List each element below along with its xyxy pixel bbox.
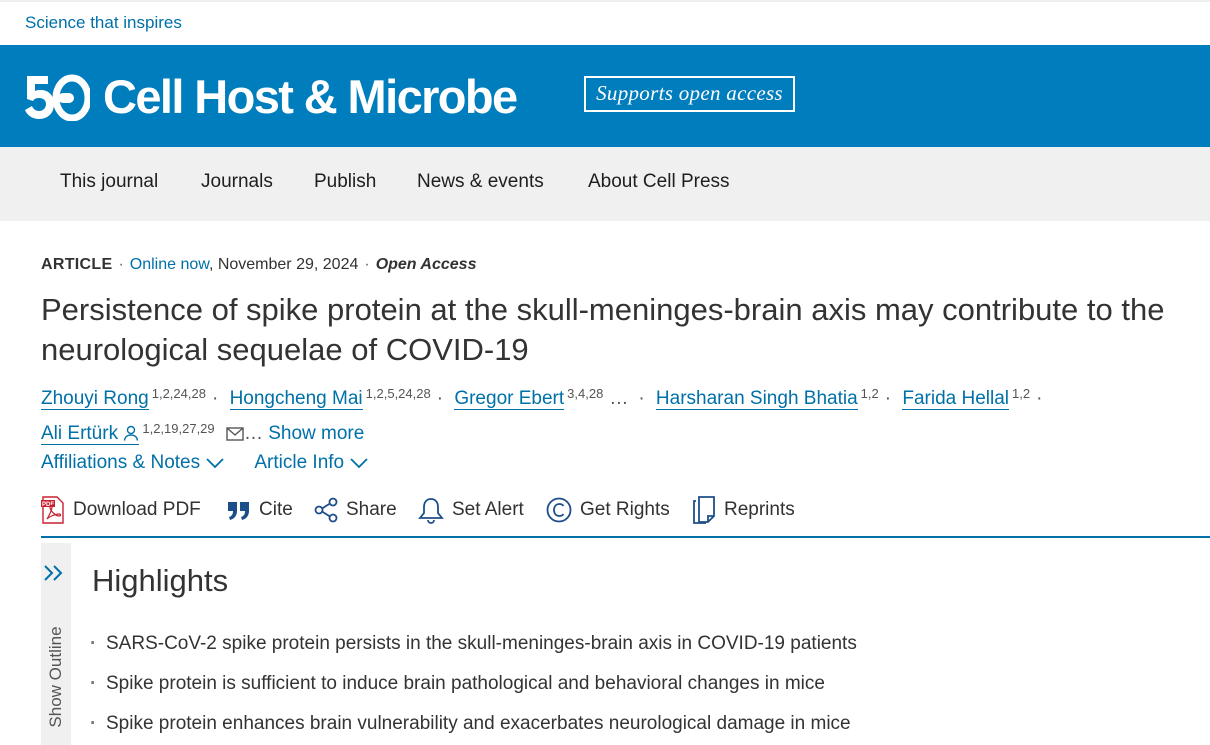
author-affiliations[interactable]: 1,2,5,24,28 xyxy=(366,386,431,401)
author-affiliations[interactable]: 1,2 xyxy=(1012,386,1030,401)
mail-icon[interactable] xyxy=(226,427,244,441)
open-access-label: Open Access xyxy=(375,256,477,273)
top-bar: Science that inspires xyxy=(0,0,1210,45)
chevron-down-icon xyxy=(350,458,368,469)
nav-publish[interactable]: Publish xyxy=(314,171,376,193)
chevron-down-icon xyxy=(206,458,224,469)
publication-date: , November 29, 2024 xyxy=(208,256,359,273)
show-outline-label: Show Outline xyxy=(46,626,65,728)
download-pdf-button[interactable]: PDF Download PDF xyxy=(41,494,201,526)
cell-press-50-logo-icon[interactable] xyxy=(24,73,90,121)
main-nav: This journal Journals Publish News & eve… xyxy=(0,147,1210,221)
highlight-item: Spike protein enhances brain vulnerabili… xyxy=(90,704,857,744)
highlight-item: SARS-CoV-2 spike protein persists in the… xyxy=(90,624,857,664)
journal-name[interactable]: Cell Host & Microbe xyxy=(103,69,518,124)
author-link[interactable]: Gregor Ebert xyxy=(454,388,565,410)
double-chevron-right-icon xyxy=(44,565,63,581)
tagline-link[interactable]: Science that inspires xyxy=(25,13,182,33)
author-link[interactable]: Harsharan Singh Bhatia xyxy=(655,388,858,410)
article-title: Persistence of spike protein at the skul… xyxy=(41,292,1165,367)
author-link[interactable]: Hongcheng Mai xyxy=(229,388,363,410)
pdf-icon: PDF xyxy=(41,496,64,524)
author-link[interactable]: Farida Hellal xyxy=(902,388,1010,410)
bell-icon xyxy=(418,498,444,524)
article-expanders: Affiliations & Notes Article Info xyxy=(41,452,394,474)
highlights-heading: Highlights xyxy=(92,563,229,598)
reprints-icon xyxy=(693,496,715,524)
cite-label: Cite xyxy=(259,499,293,520)
cite-button[interactable]: Cite xyxy=(227,494,293,526)
set-alert-button[interactable]: Set Alert xyxy=(418,494,524,526)
get-rights-label: Get Rights xyxy=(580,499,670,520)
section-divider xyxy=(41,536,1210,538)
reprints-label: Reprints xyxy=(724,499,795,520)
nav-journals[interactable]: Journals xyxy=(201,171,273,193)
show-outline-tab[interactable]: Show Outline xyxy=(41,543,71,745)
show-more-button[interactable]: Show more xyxy=(268,423,364,444)
share-label: Share xyxy=(346,499,397,520)
nav-this-journal[interactable]: This journal xyxy=(60,171,158,193)
author-list: Zhouyi Rong 1,2,24,28 · Hongcheng Mai 1,2,5… xyxy=(41,386,1043,445)
author-link[interactable]: Zhouyi Rong xyxy=(41,388,149,410)
open-access-badge[interactable]: Supports open access xyxy=(584,76,795,112)
authors-ellipsis: … xyxy=(609,388,629,409)
article-info-label: Article Info xyxy=(254,452,345,473)
article-info-toggle[interactable]: Article Info xyxy=(254,452,368,473)
affiliations-notes-label: Affiliations & Notes xyxy=(41,452,201,473)
set-alert-label: Set Alert xyxy=(452,499,524,520)
copyright-icon xyxy=(546,497,572,523)
highlight-item: Spike protein is sufficient to induce br… xyxy=(90,664,857,704)
nav-about-cell-press[interactable]: About Cell Press xyxy=(588,171,730,193)
author-affiliations[interactable]: 1,2,19,27,29 xyxy=(142,421,214,436)
nav-news-events[interactable]: News & events xyxy=(417,171,544,193)
author-link[interactable]: Ali Ertürk xyxy=(41,423,140,445)
share-icon xyxy=(314,497,338,523)
highlights-list: SARS-CoV-2 spike protein persists in the… xyxy=(90,624,857,744)
author-affiliations[interactable]: 1,2 xyxy=(861,386,879,401)
share-button[interactable]: Share xyxy=(314,494,397,526)
get-rights-button[interactable]: Get Rights xyxy=(546,494,670,526)
online-now-link[interactable]: Online now xyxy=(130,256,209,273)
article-meta: ARTICLE · Online now, November 29, 2024 · Op… xyxy=(41,256,477,273)
quote-icon xyxy=(228,502,249,520)
author-affiliations[interactable]: 3,4,28 xyxy=(567,386,603,401)
reprints-button[interactable]: Reprints xyxy=(692,494,795,526)
person-icon xyxy=(124,425,139,441)
journal-banner: Cell Host & Microbe Supports open access xyxy=(0,45,1210,147)
article-type: ARTICLE xyxy=(41,256,113,273)
download-pdf-label: Download PDF xyxy=(73,499,201,520)
author-name[interactable]: Ali Ertürk xyxy=(41,423,118,444)
author-affiliations[interactable]: 1,2,24,28 xyxy=(152,386,206,401)
authors-ellipsis: … xyxy=(243,423,263,444)
affiliations-notes-toggle[interactable]: Affiliations & Notes xyxy=(41,452,224,473)
